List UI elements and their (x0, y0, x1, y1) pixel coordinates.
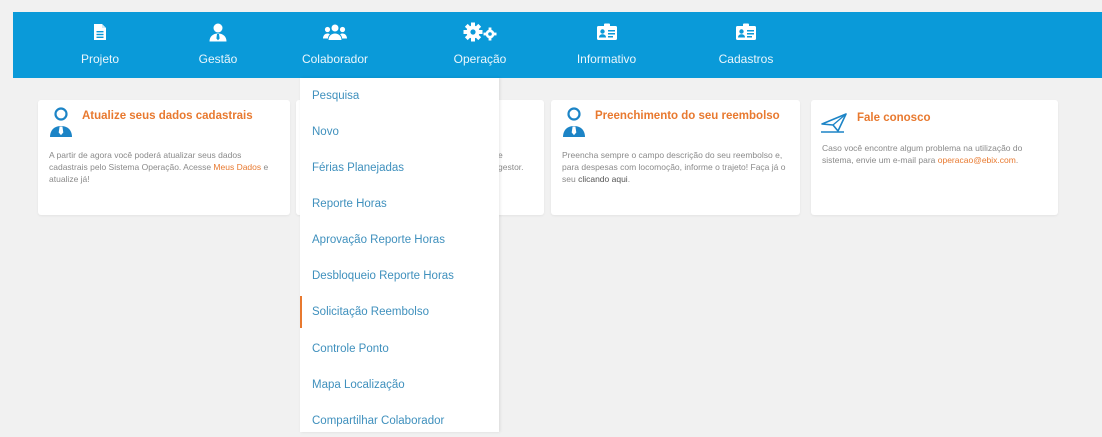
users-icon (323, 21, 347, 43)
card-text: . (627, 174, 631, 184)
nav-label: Gestão (198, 52, 238, 66)
nav-item-colaborador[interactable]: Colaborador (295, 12, 375, 78)
nav-label: Projeto (80, 52, 120, 66)
id-card-icon (735, 21, 757, 43)
menu-item-solicitacao-reembolso[interactable]: Solicitação Reembolso (300, 296, 499, 328)
gears-icon (463, 21, 497, 43)
contact-email-link[interactable]: operacao@ebix.com (938, 155, 1016, 165)
card-body: A partir de agora você poderá atualizar … (49, 149, 280, 185)
nav-item-gestao[interactable]: Gestão (183, 12, 253, 78)
card-reimbursement: Preenchimento do seu reembolso Preencha … (551, 100, 800, 215)
id-card-icon (596, 21, 618, 43)
card-update-data: Atualize seus dados cadastrais A partir … (38, 100, 290, 215)
nav-label: Cadastros (718, 52, 774, 66)
nav-item-projeto[interactable]: Projeto (65, 12, 135, 78)
top-navigation-bar: Projeto Gestão Colaborador Operação Info… (13, 12, 1102, 78)
colaborador-dropdown-menu: Pesquisa Novo Férias Planejadas Reporte … (300, 78, 499, 432)
card-text: e (498, 150, 503, 160)
menu-item-aprovacao-reporte-horas[interactable]: Aprovação Reporte Horas (300, 224, 499, 256)
menu-item-mapa-localizacao[interactable]: Mapa Localização (300, 369, 499, 401)
card-text: . (1015, 155, 1019, 165)
card-body: e gestor. (498, 149, 534, 173)
menu-item-ferias-planejadas[interactable]: Férias Planejadas (300, 152, 499, 184)
menu-item-novo[interactable]: Novo (300, 116, 499, 148)
nav-label: Operação (453, 52, 507, 66)
meus-dados-link[interactable]: Meus Dados (213, 162, 261, 172)
nav-label[interactable]: Colaborador (302, 52, 368, 66)
nav-item-cadastros[interactable]: Cadastros (706, 12, 786, 78)
nav-item-operacao[interactable]: Operação (430, 12, 530, 78)
menu-item-reporte-horas[interactable]: Reporte Horas (300, 188, 499, 220)
clicando-aqui-link[interactable]: clicando aqui (578, 174, 628, 184)
card-text: gestor. (498, 162, 524, 172)
menu-item-compartilhar-colaborador[interactable]: Compartilhar Colaborador (300, 405, 499, 437)
card-title: Fale conosco (857, 112, 931, 124)
user-tie-icon (208, 21, 228, 43)
card-body: Preencha sempre o campo descrição do seu… (562, 149, 790, 185)
file-icon (93, 21, 107, 43)
paper-plane-icon (820, 111, 848, 138)
user-tie-icon (561, 106, 587, 143)
menu-item-desbloqueio-reporte-horas[interactable]: Desbloqueio Reporte Horas (300, 260, 499, 292)
menu-item-pesquisa[interactable]: Pesquisa (300, 80, 499, 112)
card-contact: Fale conosco Caso você encontre algum pr… (811, 100, 1058, 215)
nav-label: Informativo (576, 52, 637, 66)
menu-item-controle-ponto[interactable]: Controle Ponto (300, 333, 499, 365)
nav-item-informativo[interactable]: Informativo (564, 12, 649, 78)
card-body: Caso você encontre algum problema na uti… (822, 142, 1048, 166)
card-title: Preenchimento do seu reembolso (595, 110, 780, 122)
card-title: Atualize seus dados cadastrais (82, 110, 253, 122)
user-tie-icon (48, 106, 74, 143)
